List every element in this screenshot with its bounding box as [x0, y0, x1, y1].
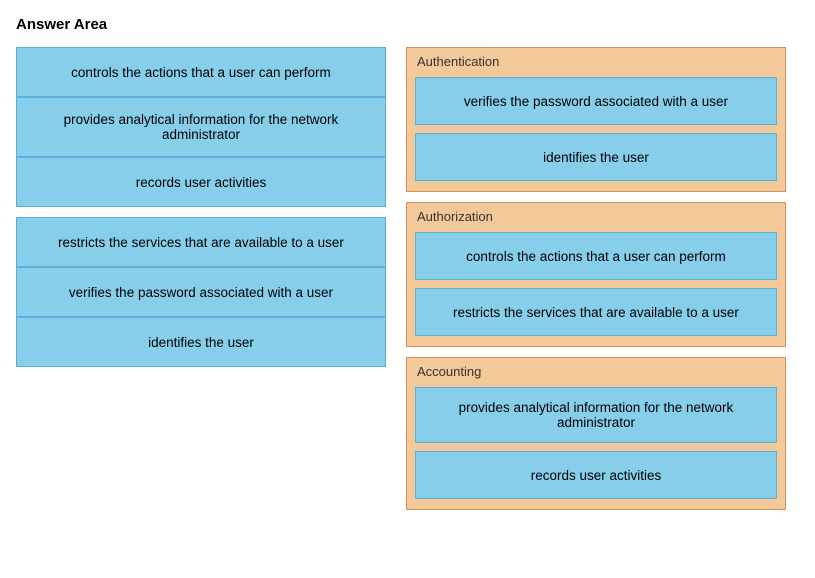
category-title-accounting: Accounting [415, 364, 777, 379]
right-column: Authentication verifies the password asso… [406, 47, 786, 510]
left-gap [16, 207, 386, 217]
category-items-authentication: verifies the password associated with a … [415, 77, 777, 181]
left-item-left-controls: controls the actions that a user can per… [16, 47, 386, 97]
category-box-authentication: Authentication verifies the password asso… [406, 47, 786, 192]
category-box-accounting: Accounting provides analytical informatio… [406, 357, 786, 510]
right-item-authz-restricts: restricts the services that are availabl… [415, 288, 777, 336]
right-item-auth-identifies: identifies the user [415, 133, 777, 181]
left-item-left-records: records user activities [16, 157, 386, 207]
category-items-authorization: controls the actions that a user can per… [415, 232, 777, 336]
right-item-acc-records: records user activities [415, 451, 777, 499]
page-title: Answer Area [16, 16, 799, 33]
main-layout: controls the actions that a user can per… [16, 47, 799, 510]
category-title-authorization: Authorization [415, 209, 777, 224]
left-item-left-restricts: restricts the services that are availabl… [16, 217, 386, 267]
category-title-authentication: Authentication [415, 54, 777, 69]
left-column: controls the actions that a user can per… [16, 47, 386, 367]
category-items-accounting: provides analytical information for the … [415, 387, 777, 499]
category-box-authorization: Authorization controls the actions that a… [406, 202, 786, 347]
right-item-acc-provides: provides analytical information for the … [415, 387, 777, 443]
left-item-left-verifies: verifies the password associated with a … [16, 267, 386, 317]
left-item-left-identifies: identifies the user [16, 317, 386, 367]
left-item-left-provides: provides analytical information for the … [16, 97, 386, 157]
right-item-authz-controls: controls the actions that a user can per… [415, 232, 777, 280]
right-item-auth-verifies: verifies the password associated with a … [415, 77, 777, 125]
